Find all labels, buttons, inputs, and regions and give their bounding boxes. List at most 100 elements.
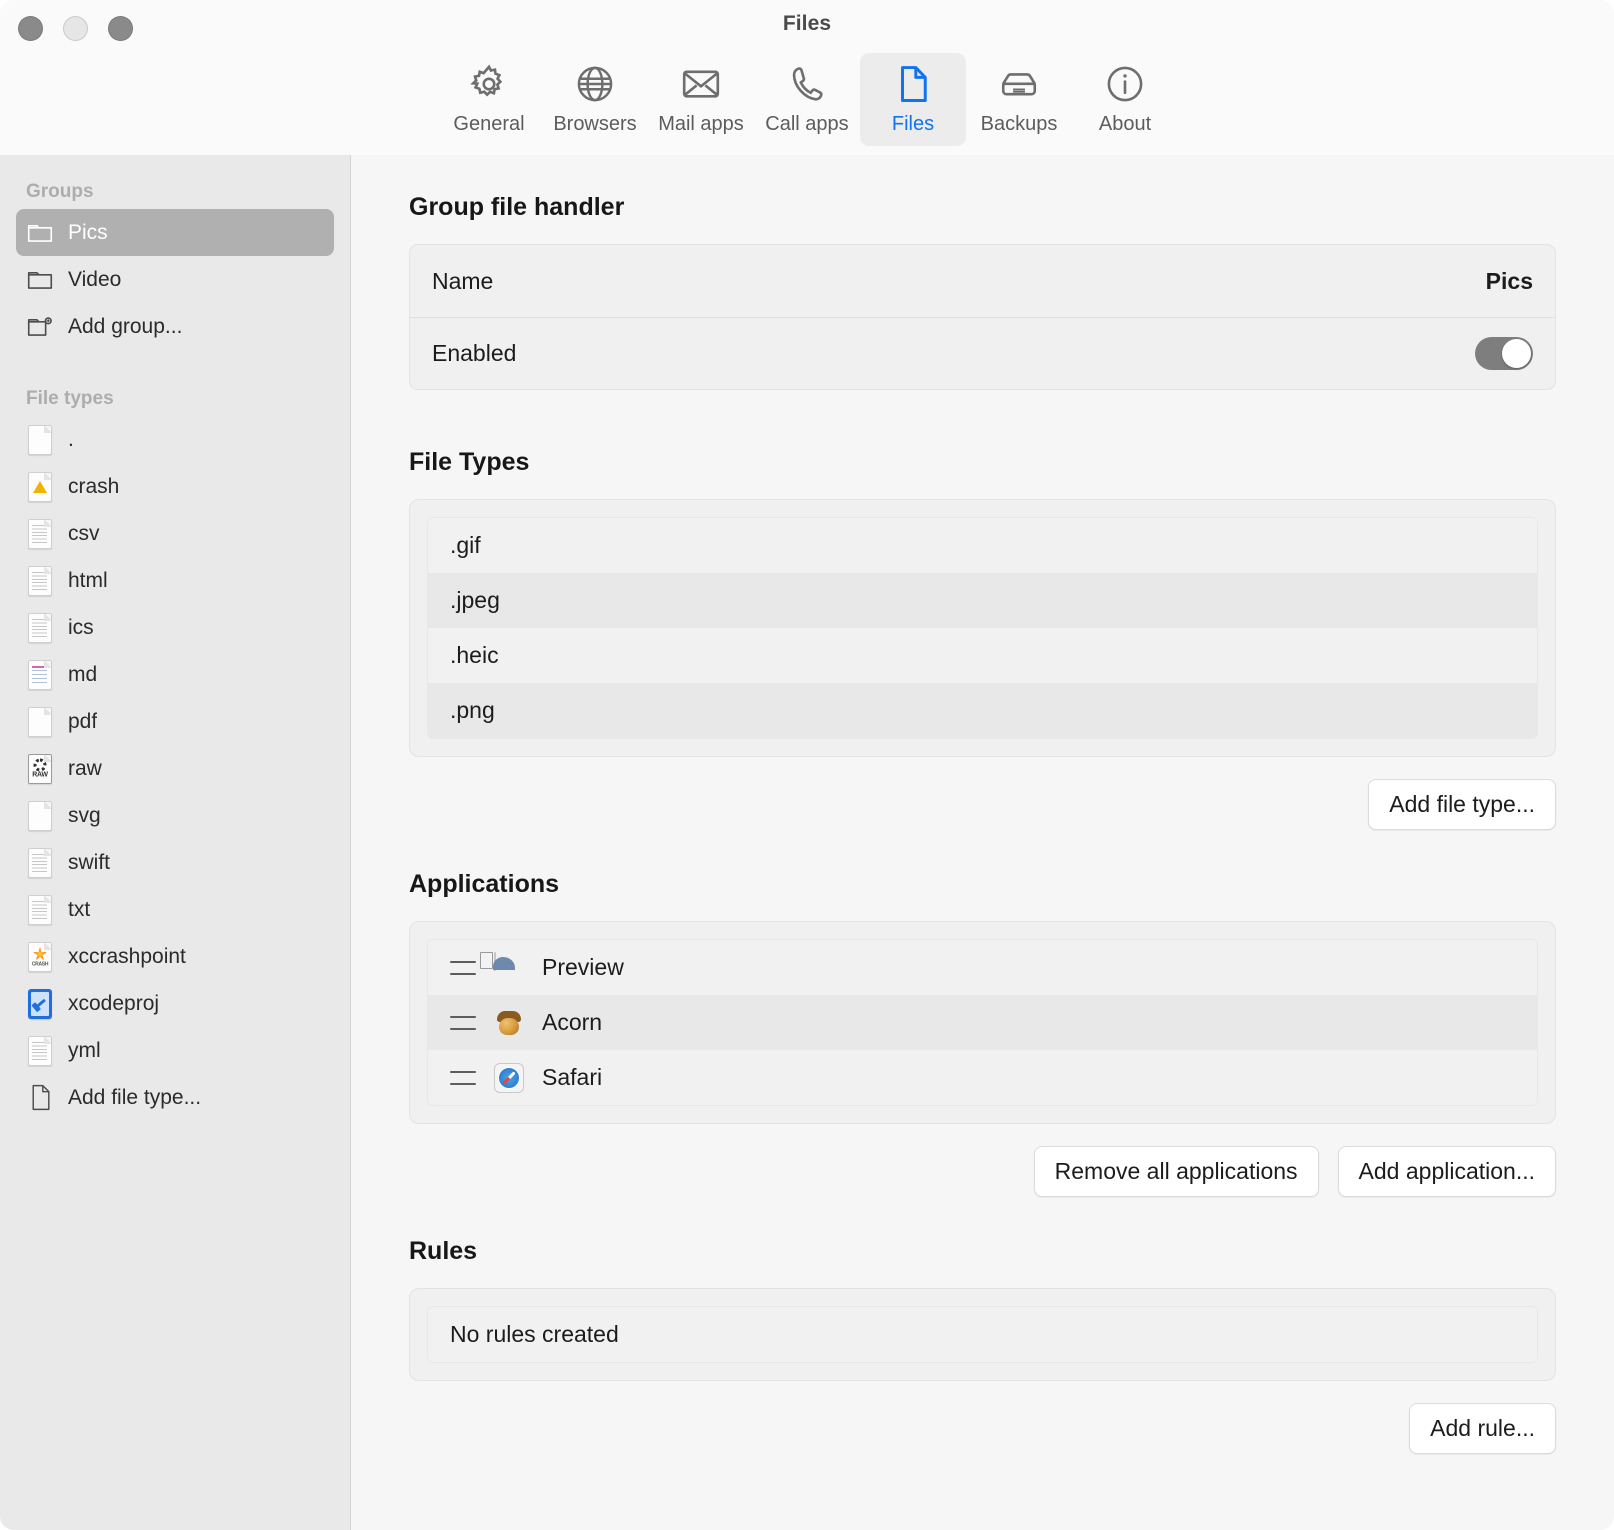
sidebar-item-video-label: Video: [68, 267, 122, 291]
file-type-row[interactable]: .gif: [428, 518, 1537, 573]
phone-icon: [786, 61, 828, 107]
document-add-icon: [26, 1083, 54, 1113]
applications-actions: Remove all applications Add application.…: [409, 1146, 1556, 1197]
file-type-row[interactable]: .png: [428, 683, 1537, 738]
group-file-handler-title: Group file handler: [409, 193, 625, 221]
document-plain-icon: [26, 424, 54, 455]
sidebar-file-type-label: xcodeproj: [68, 991, 160, 1015]
sidebar-file-type-label: csv: [68, 521, 100, 545]
sidebar-item-add-group[interactable]: Add group...: [16, 303, 334, 350]
sidebar-file-type-label: crash: [68, 474, 120, 498]
file-types-title: File Types: [409, 448, 530, 476]
applications-card: Preview Acorn Safari: [409, 921, 1556, 1124]
toggle-knob: [1502, 339, 1531, 368]
sidebar-file-type-yml[interactable]: yml: [16, 1027, 334, 1074]
sidebar-file-type-csv[interactable]: csv: [16, 510, 334, 557]
document-icon: [892, 61, 934, 107]
folder-icon: [26, 265, 54, 295]
sidebar-file-type-xccrashpoint[interactable]: CRASH xccrashpoint: [16, 933, 334, 980]
sidebar-item-pics[interactable]: Pics: [16, 209, 334, 256]
application-name: Safari: [542, 1064, 603, 1090]
sidebar-file-type-label: md: [68, 662, 98, 686]
application-row[interactable]: Safari: [428, 1050, 1537, 1105]
xcode-project-icon: [26, 988, 54, 1019]
document-text-icon: [26, 1035, 54, 1066]
window-title: Files: [782, 12, 832, 35]
add-file-type-button[interactable]: Add file type...: [1368, 779, 1556, 830]
tab-backups-label: Backups: [980, 113, 1058, 135]
add-application-button[interactable]: Add application...: [1337, 1146, 1556, 1197]
tab-mail-apps[interactable]: Mail apps: [648, 53, 754, 146]
tab-about[interactable]: About: [1072, 53, 1178, 146]
document-raw-icon: RAW: [26, 753, 54, 784]
application-name: Preview: [542, 954, 624, 980]
tab-mail-apps-label: Mail apps: [658, 113, 744, 135]
tab-general-label: General: [453, 113, 525, 135]
drive-icon: [998, 61, 1040, 107]
sidebar-file-type-swift[interactable]: swift: [16, 839, 334, 886]
safari-app-icon: [494, 1062, 524, 1093]
document-plain-icon: [26, 800, 54, 831]
document-text-icon: [26, 894, 54, 925]
sidebar-file-type-ics[interactable]: ics: [16, 604, 334, 651]
application-row[interactable]: Acorn: [428, 995, 1537, 1050]
globe-icon: [574, 61, 616, 107]
tab-about-label: About: [1098, 113, 1152, 135]
group-enabled-toggle[interactable]: [1475, 337, 1533, 370]
sidebar-item-add-file-type[interactable]: Add file type...: [16, 1074, 334, 1121]
acorn-app-icon: [494, 1008, 524, 1038]
document-plain-icon: [26, 706, 54, 737]
applications-title: Applications: [409, 870, 560, 898]
tab-call-apps[interactable]: Call apps: [754, 53, 860, 146]
title-bar: Files General Browsers Mail apps Call ap…: [0, 0, 1614, 155]
sidebar-file-type-label: .: [68, 427, 74, 451]
file-type-row[interactable]: .jpeg: [428, 573, 1537, 628]
app-window: Files General Browsers Mail apps Call ap…: [0, 0, 1614, 1530]
drag-handle-icon[interactable]: [450, 1015, 476, 1030]
sidebar-file-types-header: File types: [26, 388, 114, 409]
file-types-list: .gif .jpeg .heic .png: [427, 517, 1538, 739]
rules-card: No rules created: [409, 1288, 1556, 1381]
drag-handle-icon[interactable]: [450, 960, 476, 975]
sidebar-file-type-raw[interactable]: RAW raw: [16, 745, 334, 792]
tab-browsers-label: Browsers: [553, 113, 637, 135]
sidebar-file-type-dot[interactable]: .: [16, 416, 334, 463]
sidebar: Groups Pics Video Add group... File type…: [0, 155, 351, 1530]
document-crash-icon: [26, 471, 54, 502]
sidebar-file-type-label: html: [68, 568, 108, 592]
tab-browsers[interactable]: Browsers: [542, 53, 648, 146]
sidebar-file-type-xcodeproj[interactable]: xcodeproj: [16, 980, 334, 1027]
document-text-icon: [26, 565, 54, 596]
add-rule-button[interactable]: Add rule...: [1409, 1403, 1556, 1454]
document-raw-badge: RAW: [32, 771, 48, 779]
sidebar-file-type-md[interactable]: md: [16, 651, 334, 698]
sidebar-file-type-txt[interactable]: txt: [16, 886, 334, 933]
rules-title: Rules: [409, 1237, 478, 1265]
group-name-value[interactable]: Pics: [1486, 268, 1533, 295]
file-types-actions: Add file type...: [409, 779, 1556, 830]
tab-files-label: Files: [891, 113, 935, 135]
document-text-icon: [26, 847, 54, 878]
file-type-row[interactable]: .heic: [428, 628, 1537, 683]
document-markdown-icon: [26, 659, 54, 690]
sidebar-item-add-file-type-label: Add file type...: [68, 1085, 202, 1109]
sidebar-file-type-label: ics: [68, 615, 94, 639]
rules-actions: Add rule...: [409, 1403, 1556, 1454]
sidebar-file-type-crash[interactable]: crash: [16, 463, 334, 510]
drag-handle-icon[interactable]: [450, 1070, 476, 1085]
sidebar-item-video[interactable]: Video: [16, 256, 334, 303]
application-row[interactable]: Preview: [428, 940, 1537, 995]
sidebar-file-type-html[interactable]: html: [16, 557, 334, 604]
tab-files[interactable]: Files: [860, 53, 966, 146]
group-enabled-label: Enabled: [432, 340, 517, 366]
tab-general[interactable]: General: [436, 53, 542, 146]
sidebar-file-type-pdf[interactable]: pdf: [16, 698, 334, 745]
rules-empty-text: No rules created: [428, 1307, 1537, 1362]
remove-all-applications-button[interactable]: Remove all applications: [1033, 1146, 1319, 1197]
sidebar-file-type-label: raw: [68, 756, 102, 780]
application-name: Acorn: [542, 1009, 603, 1035]
tab-backups[interactable]: Backups: [966, 53, 1072, 146]
info-icon: [1104, 61, 1146, 107]
group-name-label: Name: [432, 267, 494, 294]
sidebar-file-type-svg[interactable]: svg: [16, 792, 334, 839]
